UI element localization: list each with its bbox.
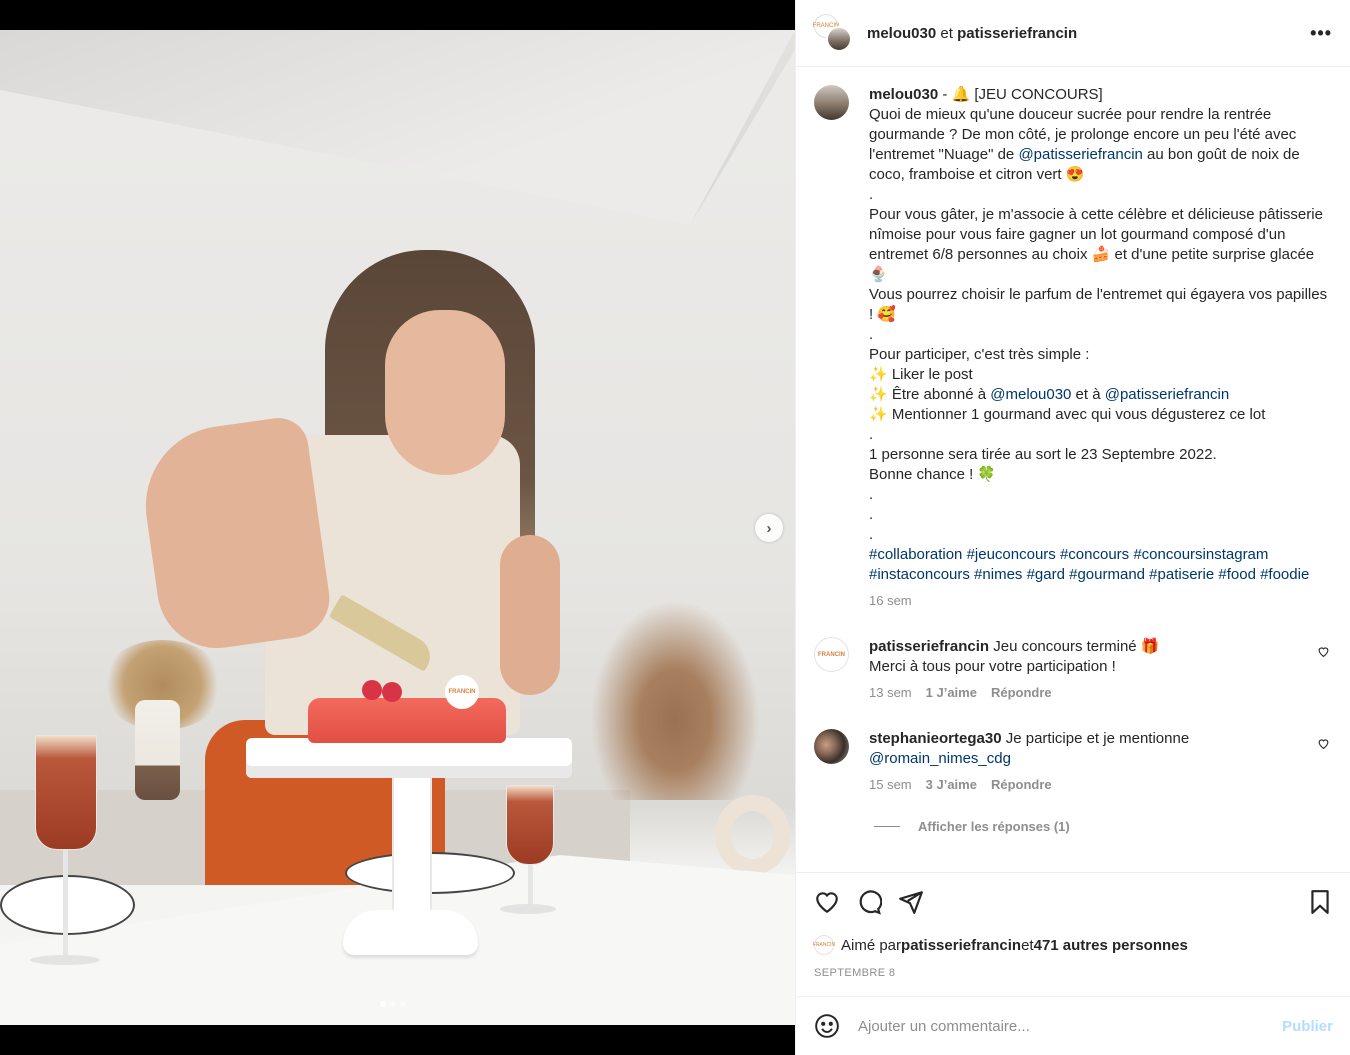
vase <box>135 700 180 800</box>
post-actions: FRANCIN Aimé par patisseriefrancin et 47… <box>796 872 1350 979</box>
emoji-smiley-icon[interactable] <box>814 1013 840 1039</box>
champagne-glass <box>506 785 554 865</box>
caption-text-part: ✨ Mentionner 1 gourmand avec qui vous dé… <box>869 406 1266 543</box>
comment-text: patisseriefrancin Jeu concours terminé 🎁… <box>869 637 1303 677</box>
comment-time[interactable]: 15 sem <box>869 775 912 795</box>
post-photo: FRANCIN <box>0 30 795 1025</box>
collab-avatar[interactable]: FRANCIN <box>813 14 852 52</box>
comment-username[interactable]: patisseriefrancin <box>869 638 989 655</box>
comment-meta: 15 sem 3 J’aime Répondre <box>869 775 1303 795</box>
reply-button[interactable]: Répondre <box>991 775 1052 795</box>
carousel-dots <box>380 1001 406 1007</box>
cake-stand-top <box>246 738 572 778</box>
comment: FRANCIN patisseriefrancin Jeu concours t… <box>814 637 1333 703</box>
post-header: FRANCIN melou030 et patisseriefrancin ••… <box>796 0 1350 67</box>
mention-link[interactable]: @patisseriefrancin <box>1018 146 1142 163</box>
cake <box>308 698 506 743</box>
action-icons <box>814 887 1333 917</box>
raspberry <box>362 680 382 700</box>
comment-body: patisseriefrancin Jeu concours terminé 🎁… <box>869 637 1303 703</box>
comment-likes[interactable]: 3 J’aime <box>926 775 977 795</box>
person-arm-left <box>135 414 335 656</box>
likes-joiner: et <box>1021 936 1034 954</box>
comment-body: stephanieortega30 Je participe et je men… <box>869 729 1303 795</box>
carousel-dot <box>380 1001 386 1007</box>
post-sidebar: FRANCIN melou030 et patisseriefrancin ••… <box>795 0 1350 1055</box>
caption-time[interactable]: 16 sem <box>869 591 912 611</box>
wall-shadow <box>0 30 795 225</box>
carousel-next-button[interactable]: › <box>755 514 783 542</box>
caption-text-part: et à <box>1071 386 1105 403</box>
cake-logo: FRANCIN <box>445 675 479 709</box>
caption: melou030 - 🔔 [JEU CONCOURS] Quoi de mieu… <box>814 85 1333 611</box>
coauthor-link[interactable]: patisseriefrancin <box>957 25 1077 42</box>
liker-avatar[interactable]: FRANCIN <box>813 935 835 955</box>
champagne-glass <box>35 735 97 850</box>
comment-time[interactable]: 13 sem <box>869 683 912 703</box>
share-paper-plane-icon[interactable] <box>898 889 924 915</box>
post-media[interactable]: FRANCIN › <box>0 0 795 1055</box>
comment-username[interactable]: stephanieortega30 <box>869 730 1002 747</box>
comment-input[interactable] <box>858 1017 1283 1035</box>
comment-bubble-icon[interactable] <box>856 889 882 915</box>
media-bottom-bar <box>0 1025 795 1055</box>
reply-button[interactable]: Répondre <box>991 683 1052 703</box>
view-replies-button[interactable]: Afficher les réponses (1) <box>874 819 1333 834</box>
avatar <box>826 26 852 52</box>
raspberry <box>382 682 402 702</box>
mention-link[interactable]: @melou030 <box>990 386 1071 403</box>
publish-button[interactable]: Publier <box>1282 1018 1333 1035</box>
pampas-grass <box>590 600 760 800</box>
comment-likes[interactable]: 1 J’aime <box>926 683 977 703</box>
avatar[interactable] <box>814 85 849 120</box>
comment-text-part: Je participe et je mentionne <box>1001 730 1194 747</box>
caption-body: melou030 - 🔔 [JEU CONCOURS] Quoi de mieu… <box>869 85 1333 611</box>
more-options-icon[interactable]: ••• <box>1310 23 1332 44</box>
post-date[interactable]: SEPTEMBRE 8 <box>814 967 1333 979</box>
post-modal: FRANCIN › FRANCIN melou030 et patisserie… <box>0 0 1350 1055</box>
likes-summary: FRANCIN Aimé par patisseriefrancin et 47… <box>813 935 1333 955</box>
add-comment-bar: Publier <box>796 996 1350 1055</box>
caption-username[interactable]: melou030 <box>869 86 938 103</box>
cake-logo-text: FRANCIN <box>448 689 476 695</box>
comment-text: stephanieortega30 Je participe et je men… <box>869 729 1303 769</box>
caption-meta: 16 sem <box>869 591 1333 611</box>
author-link[interactable]: melou030 <box>867 25 936 42</box>
comment: stephanieortega30 Je participe et je men… <box>814 729 1333 795</box>
mention-link[interactable]: @patisseriefrancin <box>1105 386 1229 403</box>
like-comment-heart-icon[interactable] <box>1313 729 1333 795</box>
comment-meta: 13 sem 1 J’aime Répondre <box>869 683 1303 703</box>
glass-foot <box>500 904 556 914</box>
person-arm-right <box>500 535 560 695</box>
author-joiner: et <box>940 24 953 42</box>
cake-stand-stem <box>392 775 432 920</box>
caption-text: melou030 - 🔔 [JEU CONCOURS] Quoi de mieu… <box>869 85 1333 585</box>
liker-username[interactable]: patisseriefrancin <box>901 937 1021 954</box>
likes-prefix: Aimé par <box>841 936 902 954</box>
view-replies-label: Afficher les réponses (1) <box>918 819 1070 834</box>
mention-link[interactable]: @romain_nimes_cdg <box>869 750 1011 767</box>
ring-vase <box>715 795 790 875</box>
comments-scroll[interactable]: melou030 - 🔔 [JEU CONCOURS] Quoi de mieu… <box>796 67 1350 872</box>
likes-count[interactable]: 471 autres personnes <box>1034 937 1188 954</box>
caption-text-part: au bon goût de noix de coco, framboise e… <box>869 146 1328 403</box>
bookmark-icon[interactable] <box>1307 889 1333 915</box>
avatar[interactable] <box>814 729 849 764</box>
like-heart-icon[interactable] <box>814 889 840 915</box>
like-comment-heart-icon[interactable] <box>1313 637 1333 703</box>
glass-stem <box>63 850 68 960</box>
post-authors: melou030 et patisseriefrancin <box>867 25 1077 42</box>
person-face <box>385 310 505 475</box>
avatar[interactable]: FRANCIN <box>814 637 849 672</box>
cake-stand-base <box>343 910 478 955</box>
glass-foot <box>30 955 100 965</box>
chevron-right-icon: › <box>766 519 772 537</box>
replies-divider <box>874 826 900 827</box>
hashtags[interactable]: #collaboration #jeuconcours #concours #c… <box>869 546 1309 583</box>
carousel-dot <box>390 1001 396 1007</box>
carousel-dot <box>400 1001 406 1007</box>
